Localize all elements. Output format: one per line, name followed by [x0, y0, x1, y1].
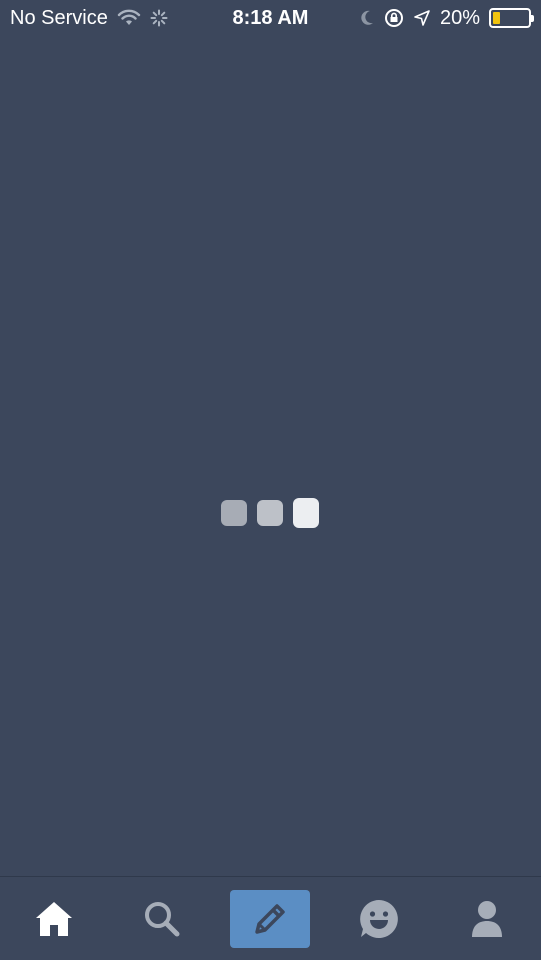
rotation-lock-icon [384, 8, 404, 28]
tab-account[interactable] [447, 890, 527, 948]
status-left: No Service [10, 7, 168, 30]
tab-compose[interactable] [230, 889, 311, 948]
search-icon [143, 900, 181, 938]
battery-percent: 20% [439, 6, 480, 29]
person-icon [469, 899, 505, 939]
smiley-chat-icon [358, 898, 400, 940]
home-icon [34, 900, 74, 938]
tab-home[interactable] [14, 890, 94, 948]
wifi-icon [117, 9, 141, 27]
loading-dot [293, 498, 319, 528]
tab-bar [0, 876, 541, 960]
status-right: 20% [359, 6, 534, 30]
location-arrow-icon [413, 9, 431, 27]
loading-dot [221, 500, 247, 526]
activity-spinner-icon [150, 9, 168, 27]
carrier-label: No Service [10, 6, 108, 29]
loading-dots-icon [221, 498, 319, 528]
tab-search[interactable] [122, 890, 202, 948]
battery-level-fill [493, 12, 500, 24]
loading-dot [257, 500, 283, 526]
pencil-icon [249, 898, 291, 940]
battery-icon [489, 8, 534, 28]
moon-icon [359, 9, 375, 27]
status-bar: No Service 20% [0, 0, 541, 36]
tab-activity[interactable] [339, 890, 419, 948]
